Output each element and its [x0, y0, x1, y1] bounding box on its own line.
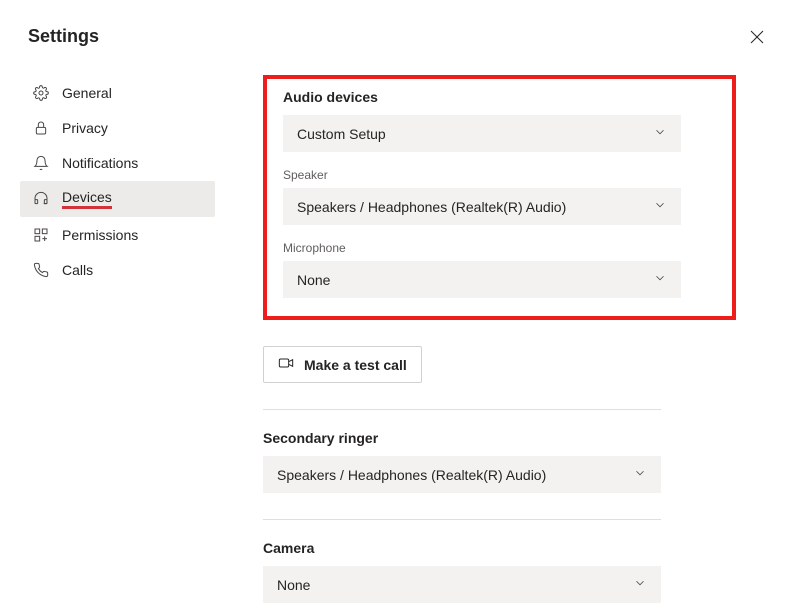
- secondary-ringer-title: Secondary ringer: [263, 430, 661, 446]
- audio-devices-highlight: Audio devices Custom Setup Speaker Speak…: [263, 75, 736, 320]
- sidebar-item-label: Privacy: [62, 120, 108, 136]
- phone-icon: [32, 261, 50, 279]
- divider: [263, 519, 661, 520]
- chevron-down-icon: [653, 125, 667, 142]
- sidebar-item-privacy[interactable]: Privacy: [20, 111, 215, 145]
- dropdown-value: None: [297, 272, 330, 288]
- close-button[interactable]: [746, 26, 768, 51]
- camera-dropdown[interactable]: None: [263, 566, 661, 603]
- sidebar-item-label: General: [62, 85, 112, 101]
- sidebar-item-permissions[interactable]: Permissions: [20, 218, 215, 252]
- sidebar-item-calls[interactable]: Calls: [20, 253, 215, 287]
- sidebar-item-label: Devices: [62, 189, 112, 205]
- chevron-down-icon: [633, 576, 647, 593]
- microphone-label: Microphone: [283, 241, 716, 255]
- dropdown-value: Speakers / Headphones (Realtek(R) Audio): [277, 467, 546, 483]
- sidebar-item-label: Notifications: [62, 155, 138, 171]
- sidebar-item-devices[interactable]: Devices: [20, 181, 215, 217]
- lock-icon: [32, 119, 50, 137]
- sidebar-item-label: Permissions: [62, 227, 138, 243]
- speaker-label: Speaker: [283, 168, 716, 182]
- dropdown-value: None: [277, 577, 310, 593]
- main-content: Audio devices Custom Setup Speaker Speak…: [215, 75, 796, 603]
- make-test-call-button[interactable]: Make a test call: [263, 346, 422, 383]
- sidebar-item-label: Calls: [62, 262, 93, 278]
- audio-devices-title: Audio devices: [283, 89, 716, 105]
- divider: [263, 409, 661, 410]
- page-title: Settings: [28, 26, 99, 47]
- chevron-down-icon: [653, 271, 667, 288]
- microphone-dropdown[interactable]: None: [283, 261, 681, 298]
- audio-device-dropdown[interactable]: Custom Setup: [283, 115, 681, 152]
- apps-icon: [32, 226, 50, 244]
- headset-icon: [32, 190, 50, 208]
- bell-icon: [32, 154, 50, 172]
- test-call-icon: [278, 355, 294, 374]
- sidebar: General Privacy Notifications: [0, 75, 215, 603]
- sidebar-item-notifications[interactable]: Notifications: [20, 146, 215, 180]
- test-call-label: Make a test call: [304, 357, 407, 373]
- dropdown-value: Speakers / Headphones (Realtek(R) Audio): [297, 199, 566, 215]
- sidebar-item-general[interactable]: General: [20, 76, 215, 110]
- camera-title: Camera: [263, 540, 661, 556]
- chevron-down-icon: [633, 466, 647, 483]
- gear-icon: [32, 84, 50, 102]
- secondary-ringer-dropdown[interactable]: Speakers / Headphones (Realtek(R) Audio): [263, 456, 661, 493]
- speaker-dropdown[interactable]: Speakers / Headphones (Realtek(R) Audio): [283, 188, 681, 225]
- chevron-down-icon: [653, 198, 667, 215]
- dropdown-value: Custom Setup: [297, 126, 386, 142]
- close-icon: [750, 32, 764, 47]
